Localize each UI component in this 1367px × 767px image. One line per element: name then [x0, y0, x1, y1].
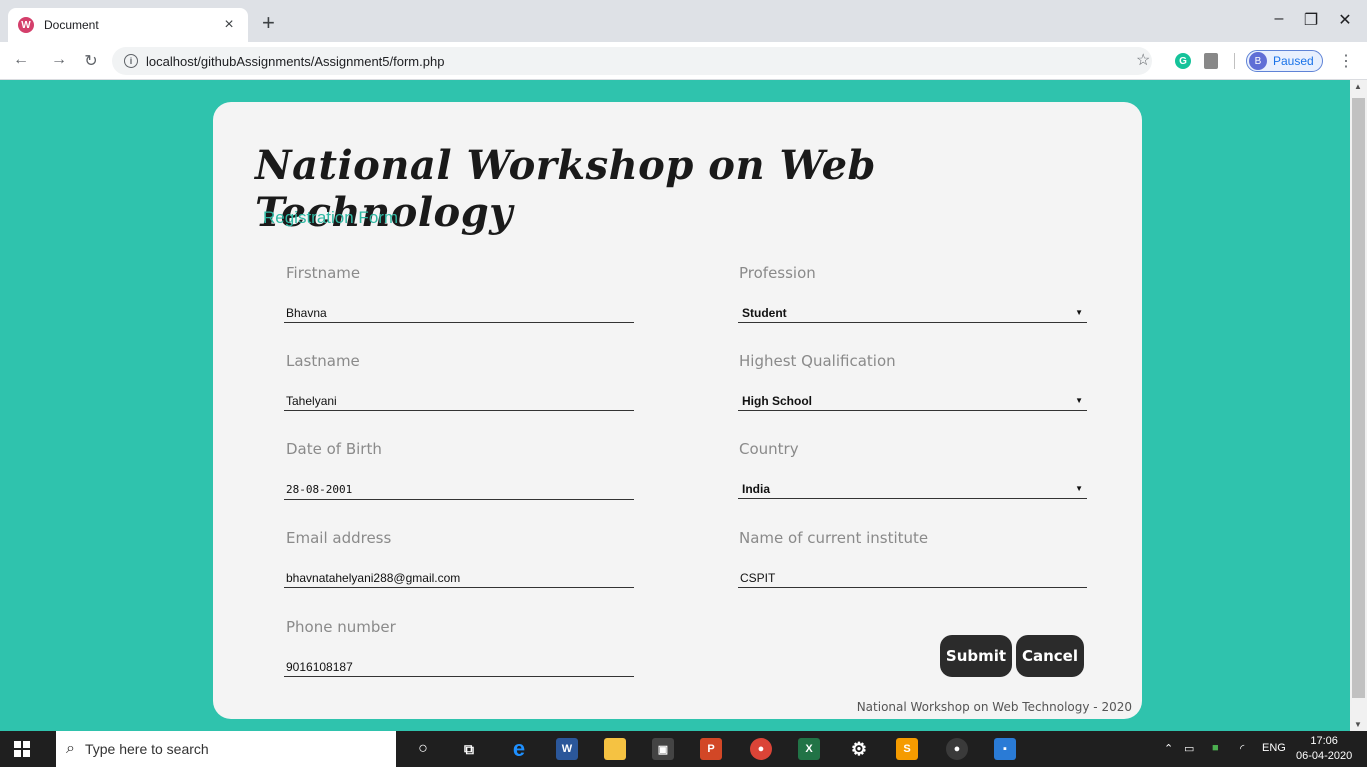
profile-status: Paused — [1273, 54, 1314, 68]
photos-icon[interactable]: ▪ — [994, 738, 1016, 760]
minimize-icon[interactable]: – — [1264, 10, 1294, 28]
country-value: India — [742, 481, 771, 496]
profession-value: Student — [742, 305, 787, 320]
page-scrollbar[interactable]: ▲ ▼ — [1350, 80, 1367, 731]
qualification-value: High School — [742, 393, 812, 408]
browser-toolbar: ← → ↻ i localhost/githubAssignments/Assi… — [0, 42, 1367, 80]
tray-chevron-icon[interactable]: ⌃ — [1164, 742, 1173, 755]
scroll-down-icon[interactable]: ▼ — [1354, 720, 1362, 729]
chrome-icon[interactable]: ● — [750, 738, 772, 760]
close-window-icon[interactable]: ✕ — [1330, 10, 1360, 30]
task-view-icon[interactable]: ⧉ — [458, 738, 480, 760]
close-tab-icon[interactable]: × — [220, 16, 238, 34]
address-bar[interactable]: i localhost/githubAssignments/Assignment… — [112, 47, 1152, 75]
email-field[interactable] — [284, 568, 634, 588]
taskbar-search[interactable]: ⌕ Type here to search — [56, 731, 396, 767]
battery-icon[interactable]: ▭ — [1184, 742, 1194, 755]
settings-gear-icon[interactable]: ⚙ — [848, 738, 870, 760]
windows-start-icon[interactable] — [14, 741, 30, 757]
sublime-text-icon[interactable]: S — [896, 738, 918, 760]
dob-field[interactable] — [284, 480, 634, 500]
scroll-up-icon[interactable]: ▲ — [1354, 82, 1362, 91]
store-icon[interactable]: ▣ — [652, 738, 674, 760]
file-explorer-icon[interactable] — [604, 738, 626, 760]
firstname-field[interactable] — [284, 303, 634, 323]
restore-icon[interactable]: ❐ — [1296, 10, 1326, 30]
tab-strip: W Document × + – ❐ ✕ — [0, 0, 1367, 42]
cortana-icon[interactable]: ○ — [412, 738, 434, 760]
profile-button[interactable]: B Paused — [1246, 50, 1323, 72]
search-placeholder: Type here to search — [84, 741, 209, 757]
back-icon[interactable]: ← — [10, 51, 32, 69]
submit-button[interactable]: Submit — [940, 635, 1012, 677]
excel-icon[interactable]: X — [798, 738, 820, 760]
forward-icon[interactable]: → — [48, 51, 70, 69]
form-subtitle: Registration Form — [263, 208, 399, 227]
dob-label: Date of Birth — [286, 440, 382, 458]
clock-date: 06-04-2020 — [1296, 750, 1353, 762]
qualification-label: Highest Qualification — [739, 352, 896, 370]
word-icon[interactable]: W — [556, 738, 578, 760]
grammarly-extension-icon[interactable]: G — [1175, 53, 1191, 69]
footer-text: National Workshop on Web Technology - 20… — [856, 700, 1132, 714]
profession-select[interactable]: Student ▼ — [738, 303, 1087, 323]
extension-icon[interactable] — [1204, 53, 1218, 69]
profession-label: Profession — [739, 264, 816, 282]
chrome-profile-icon[interactable]: ● — [946, 738, 968, 760]
tab-title: Document — [44, 18, 99, 32]
url-text: localhost/githubAssignments/Assignment5/… — [146, 53, 445, 69]
country-select[interactable]: India ▼ — [738, 479, 1087, 499]
language-indicator[interactable]: ENG — [1262, 742, 1286, 754]
lastname-field[interactable] — [284, 391, 634, 411]
powerpoint-icon[interactable]: P — [700, 738, 722, 760]
tray-app-icon[interactable]: ■ — [1212, 742, 1219, 754]
avatar: B — [1249, 52, 1267, 70]
wifi-icon[interactable]: ◜ — [1240, 742, 1244, 755]
lastname-label: Lastname — [286, 352, 360, 370]
phone-label: Phone number — [286, 618, 396, 636]
edge-icon[interactable]: e — [508, 736, 530, 761]
dropdown-caret-icon: ▼ — [1075, 396, 1083, 405]
taskbar: ⌕ Type here to search ○ ⧉ e W ▣ P ● X ⚙ … — [0, 731, 1367, 767]
favicon-icon: W — [18, 17, 34, 33]
dropdown-caret-icon: ▼ — [1075, 484, 1083, 493]
scroll-thumb[interactable] — [1352, 98, 1365, 698]
system-clock[interactable]: 17:06 06-04-2020 — [1296, 734, 1352, 764]
institute-field[interactable] — [738, 568, 1087, 588]
country-label: Country — [739, 440, 799, 458]
new-tab-icon[interactable]: + — [262, 12, 275, 34]
registration-card: National Workshop on Web Technology Regi… — [213, 102, 1142, 719]
tab-document[interactable]: W Document × — [8, 8, 248, 42]
reload-icon[interactable]: ↻ — [80, 51, 102, 71]
cancel-button[interactable]: Cancel — [1016, 635, 1084, 677]
institute-label: Name of current institute — [739, 529, 929, 547]
menu-icon[interactable]: ⋮ — [1338, 51, 1354, 71]
bookmark-star-icon[interactable]: ☆ — [1136, 50, 1150, 70]
firstname-label: Firstname — [286, 264, 361, 282]
phone-field[interactable] — [284, 657, 634, 677]
email-label: Email address — [286, 529, 392, 547]
search-icon: ⌕ — [66, 740, 75, 757]
clock-time: 17:06 — [1310, 735, 1338, 747]
info-icon[interactable]: i — [124, 54, 138, 68]
qualification-select[interactable]: High School ▼ — [738, 391, 1087, 411]
dropdown-caret-icon: ▼ — [1075, 308, 1083, 317]
toolbar-divider — [1234, 53, 1235, 69]
